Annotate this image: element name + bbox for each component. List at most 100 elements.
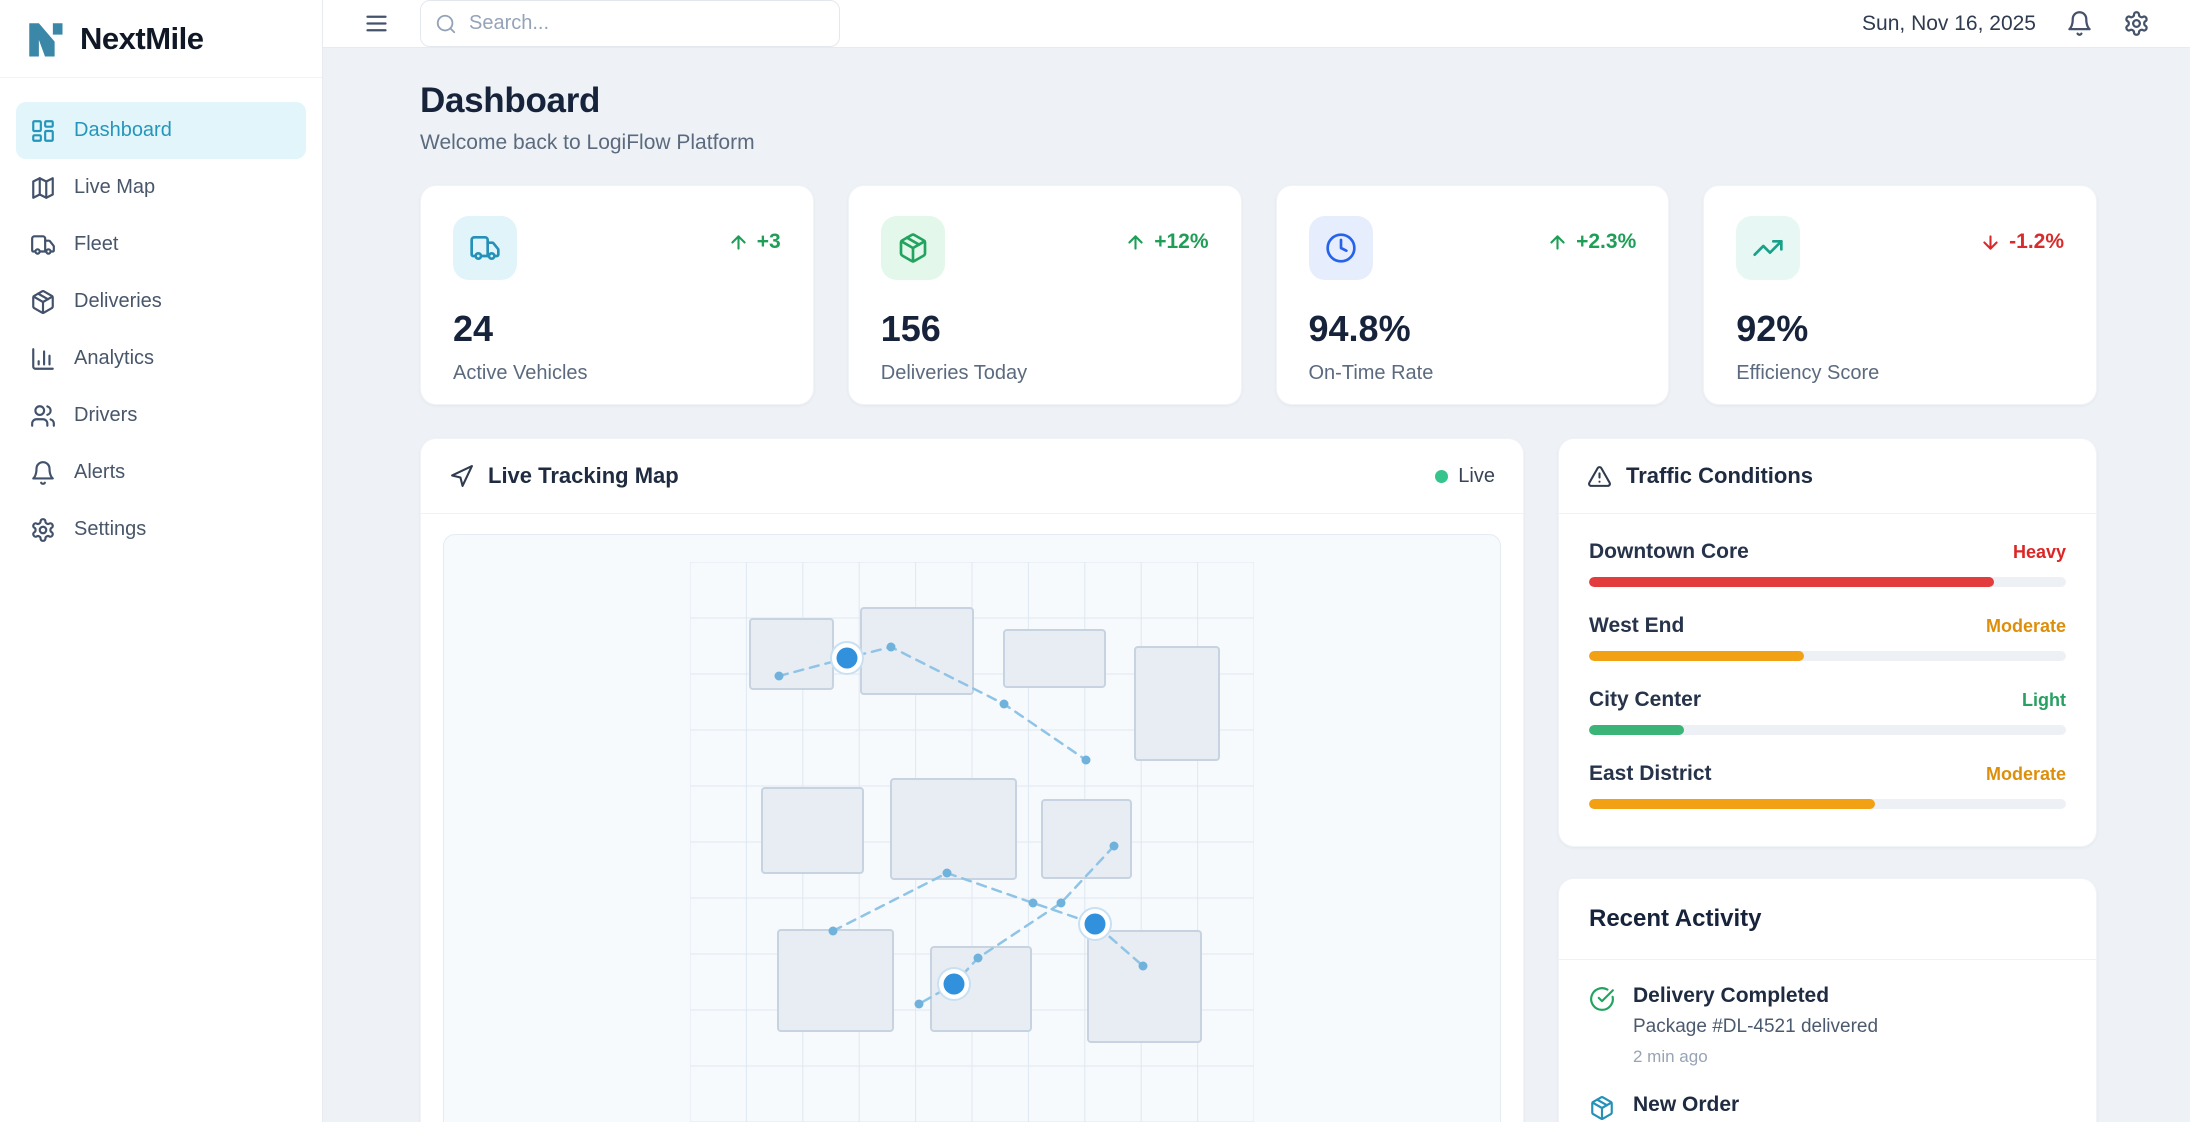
- traffic-zone-name: City Center: [1589, 688, 1701, 712]
- traffic-zone-name: Downtown Core: [1589, 540, 1749, 564]
- sidebar-item-label: Live Map: [74, 176, 155, 199]
- sidebar-item-deliveries[interactable]: Deliveries: [16, 273, 306, 330]
- topbar: Sun, Nov 16, 2025: [323, 0, 2190, 48]
- nextmile-logo-icon: [24, 18, 66, 60]
- sidebar-item-label: Drivers: [74, 404, 137, 427]
- activity-item-new-order: New Order Order #DL-4522 assigned: [1589, 1093, 2066, 1122]
- traffic-bar: [1589, 577, 2066, 587]
- activity-item-delivery-completed: Delivery Completed Package #DL-4521 deli…: [1589, 984, 2066, 1067]
- page-subtitle: Welcome back to LogiFlow Platform: [420, 131, 2097, 155]
- vehicle-marker[interactable]: [944, 974, 965, 995]
- stat-delta: +2.3%: [1547, 230, 1636, 254]
- activity-item-title: New Order: [1633, 1093, 1852, 1117]
- brand: NextMile: [0, 0, 322, 78]
- stat-value: 92%: [1736, 308, 2064, 350]
- notifications-button[interactable]: [2066, 10, 2093, 37]
- recent-activity-card: Recent Activity Delivery Completed Packa…: [1558, 878, 2097, 1122]
- map-building: [1004, 630, 1105, 687]
- hamburger-icon: [363, 10, 390, 37]
- stat-delta: +12%: [1125, 230, 1208, 254]
- map-building: [1135, 647, 1219, 760]
- vehicle-marker[interactable]: [1085, 914, 1106, 935]
- menu-button[interactable]: [363, 10, 390, 37]
- bar-chart-icon: [30, 346, 56, 372]
- dashboard-icon: [30, 118, 56, 144]
- traffic-status: Moderate: [1986, 616, 2066, 637]
- brand-name: NextMile: [80, 21, 203, 57]
- vehicle-marker[interactable]: [837, 648, 858, 669]
- map-waypoint: [974, 954, 983, 963]
- activity-item-detail: Package #DL-4521 delivered: [1633, 1016, 1878, 1038]
- map-building: [762, 788, 863, 873]
- sidebar-item-dashboard[interactable]: Dashboard: [16, 102, 306, 159]
- search-box: [420, 0, 840, 47]
- sidebar-item-label: Settings: [74, 518, 146, 541]
- traffic-status: Light: [2022, 690, 2066, 711]
- users-icon: [30, 403, 56, 429]
- bell-icon: [2066, 10, 2093, 37]
- search-input[interactable]: [420, 0, 840, 47]
- traffic-row-downtown-core: Downtown Core Heavy: [1589, 540, 2066, 587]
- stat-value: 24: [453, 308, 781, 350]
- activity-item-time: 2 min ago: [1633, 1047, 1878, 1067]
- main-area: Sun, Nov 16, 2025 Dashboard Welcome back…: [323, 0, 2190, 1122]
- stats-row: +3 24 Active Vehicles +12%: [420, 185, 2097, 405]
- traffic-bar: [1589, 725, 2066, 735]
- map-waypoint: [1057, 899, 1066, 908]
- map-building: [891, 779, 1016, 879]
- stat-card-efficiency-score: -1.2% 92% Efficiency Score: [1703, 185, 2097, 405]
- sidebar-item-label: Alerts: [74, 461, 125, 484]
- gear-icon: [2123, 10, 2150, 37]
- sidebar-item-drivers[interactable]: Drivers: [16, 387, 306, 444]
- map-waypoint: [775, 672, 784, 681]
- map-waypoint: [943, 869, 952, 878]
- package-icon: [1589, 1095, 1615, 1121]
- traffic-status: Heavy: [2013, 542, 2066, 563]
- stat-label: On-Time Rate: [1309, 362, 1637, 385]
- arrow-up-icon: [728, 232, 749, 253]
- sidebar-item-label: Dashboard: [74, 119, 172, 142]
- stat-value: 156: [881, 308, 1209, 350]
- sidebar-item-live-map[interactable]: Live Map: [16, 159, 306, 216]
- package-icon: [881, 216, 945, 280]
- map-waypoint: [1110, 842, 1119, 851]
- sidebar-item-alerts[interactable]: Alerts: [16, 444, 306, 501]
- sidebar-item-fleet[interactable]: Fleet: [16, 216, 306, 273]
- map-waypoint: [1029, 899, 1038, 908]
- stat-label: Active Vehicles: [453, 362, 781, 385]
- map-building: [1042, 800, 1131, 878]
- traffic-bar: [1589, 799, 2066, 809]
- clock-icon: [1309, 216, 1373, 280]
- sidebar: NextMile Dashboard Live Map Fleet Delive…: [0, 0, 323, 1122]
- sidebar-item-label: Fleet: [74, 233, 118, 256]
- traffic-card-title: Traffic Conditions: [1626, 463, 1813, 489]
- map-waypoint: [1082, 756, 1091, 765]
- traffic-status: Moderate: [1986, 764, 2066, 785]
- truck-icon: [453, 216, 517, 280]
- traffic-row-city-center: City Center Light: [1589, 688, 2066, 735]
- map-card-title: Live Tracking Map: [488, 463, 679, 489]
- trending-up-icon: [1736, 216, 1800, 280]
- arrow-up-icon: [1125, 232, 1146, 253]
- traffic-row-east-district: East District Moderate: [1589, 762, 2066, 809]
- map-building: [1088, 931, 1201, 1042]
- sidebar-item-analytics[interactable]: Analytics: [16, 330, 306, 387]
- page-content: Dashboard Welcome back to LogiFlow Platf…: [323, 48, 2190, 1122]
- stat-label: Deliveries Today: [881, 362, 1209, 385]
- app-root: NextMile Dashboard Live Map Fleet Delive…: [0, 0, 2190, 1122]
- navigation-icon: [449, 464, 474, 489]
- sidebar-item-settings[interactable]: Settings: [16, 501, 306, 558]
- map-icon: [30, 175, 56, 201]
- package-icon: [30, 289, 56, 315]
- live-dot-icon: [1435, 470, 1448, 483]
- stat-card-active-vehicles: +3 24 Active Vehicles: [420, 185, 814, 405]
- settings-button[interactable]: [2123, 10, 2150, 37]
- map-building: [750, 619, 833, 689]
- stat-value: 94.8%: [1309, 308, 1637, 350]
- map-waypoint: [1000, 700, 1009, 709]
- sidebar-item-label: Analytics: [74, 347, 154, 370]
- map-building: [778, 930, 893, 1031]
- sidebar-nav: Dashboard Live Map Fleet Deliveries Anal…: [0, 78, 322, 558]
- traffic-zone-name: East District: [1589, 762, 1712, 786]
- stat-card-deliveries-today: +12% 156 Deliveries Today: [848, 185, 1242, 405]
